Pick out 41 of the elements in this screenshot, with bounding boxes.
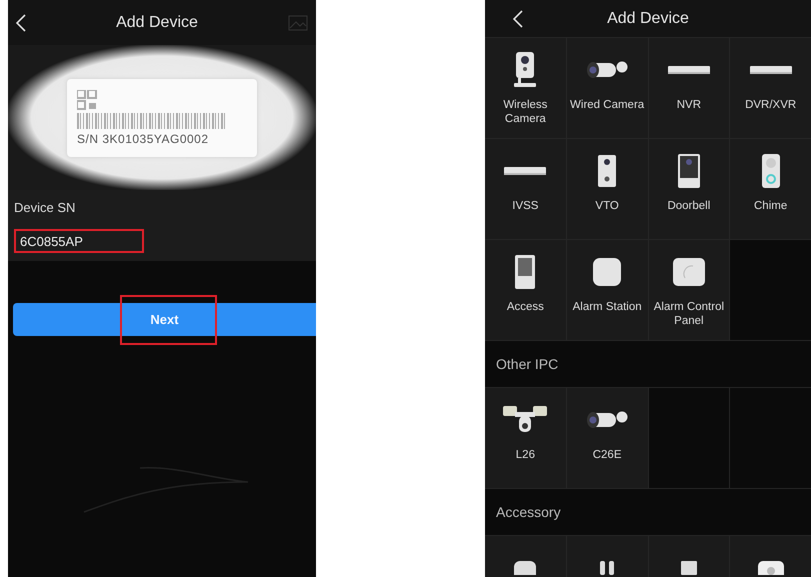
serial-input-field[interactable]: 6C0855AP <box>14 229 144 253</box>
qr-code-icon <box>77 90 97 110</box>
screen-title: Add Device <box>607 10 689 28</box>
sensor-icon <box>514 561 536 575</box>
serial-number-text: S/N 3K01035YAG0002 <box>77 132 210 146</box>
device-type-tile[interactable]: Wired Camera <box>566 38 648 138</box>
device-type-tile[interactable]: NVR <box>648 38 730 138</box>
camera-icon <box>514 52 536 88</box>
device-type-tile[interactable]: Alarm Station <box>566 240 648 340</box>
device-type-tile[interactable]: Doorbell <box>648 139 730 239</box>
device-type-tile[interactable]: DVR/XVR <box>730 38 811 138</box>
terminal-icon <box>515 255 536 289</box>
screen-title: Add Device <box>116 14 198 32</box>
device-type-tile[interactable]: Wireless Camera <box>485 38 566 138</box>
contact-icon <box>680 561 697 575</box>
device-type-tile[interactable]: Alarm Control Panel <box>648 240 730 340</box>
section-title: Accessory <box>496 504 561 520</box>
device-type-tile[interactable]: C26E <box>566 388 648 488</box>
doorbell-icon <box>678 154 700 188</box>
detector-icon <box>758 561 784 575</box>
chime-icon <box>762 154 780 188</box>
device-type-tile[interactable]: VTO <box>566 139 648 239</box>
back-button[interactable] <box>16 14 26 32</box>
panel-icon <box>672 258 705 286</box>
recorder-icon <box>668 64 710 76</box>
device-type-tile[interactable]: IVSS <box>485 139 566 239</box>
intercom-icon <box>597 155 618 187</box>
image-icon <box>288 14 308 30</box>
recorder-icon <box>750 64 792 76</box>
device-type-tile[interactable]: L26 <box>485 388 566 488</box>
device-type-tile[interactable]: Chime <box>730 139 811 239</box>
barcode-icon <box>77 112 227 128</box>
back-icon <box>513 10 523 28</box>
back-button[interactable] <box>513 10 523 28</box>
recorder-icon <box>504 165 546 177</box>
device-type-tile[interactable]: Access <box>485 240 566 340</box>
hub-icon <box>593 258 622 286</box>
back-icon <box>16 14 26 32</box>
field-label: Device SN <box>14 200 76 215</box>
siren-icon <box>599 561 616 575</box>
section-title: Other IPC <box>496 356 558 372</box>
